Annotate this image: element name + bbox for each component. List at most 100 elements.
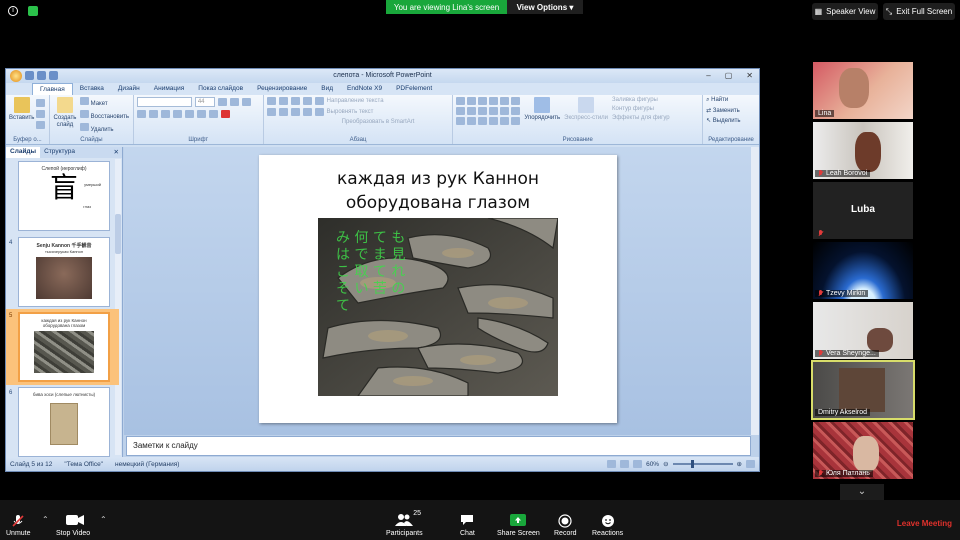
kannon-hands-image[interactable]: み 何 て も は で ま 見 こ 取 て れ そ い 苦 の て (318, 218, 558, 396)
reactions-button[interactable]: Reactions (592, 514, 623, 537)
numbering-icon[interactable] (278, 97, 288, 105)
cut-icon[interactable] (36, 99, 46, 107)
find-button[interactable]: ⌕ Найти (706, 97, 756, 104)
normal-view-icon[interactable] (607, 460, 617, 468)
format-painter-icon[interactable] (36, 121, 46, 129)
shape-effects-button[interactable]: Эффекты для фигур (612, 115, 670, 121)
tab-design[interactable]: Дизайн (111, 83, 147, 95)
bold-icon[interactable] (136, 110, 146, 118)
video-tile-yulia[interactable]: Юля Патлань (813, 422, 913, 479)
slide-thumbnail-5[interactable]: каждая из рук Каннон оборудована глазом (18, 312, 110, 382)
fit-window-icon[interactable] (746, 460, 755, 468)
scroll-participants-down-icon[interactable]: ⌄ (840, 484, 884, 500)
current-slide[interactable]: каждая из рук Каннон оборудована глазом (259, 155, 617, 423)
view-options-button[interactable]: View Options ▾ (507, 0, 583, 14)
maximize-icon[interactable]: ▢ (725, 71, 733, 80)
copy-icon[interactable] (36, 110, 46, 118)
line-spacing-icon[interactable] (314, 97, 324, 105)
video-tile-vera[interactable]: Vera Sheynge... (813, 302, 913, 359)
zoom-out-icon[interactable]: ⊖ (663, 460, 668, 468)
spacing-icon[interactable] (196, 110, 206, 118)
zoom-in-icon[interactable]: ⊕ (737, 460, 742, 468)
audio-options-chevron-icon[interactable]: ⌃ (42, 515, 49, 524)
unmute-button[interactable]: Unmute (6, 514, 31, 537)
shape-fill-button[interactable]: Заливка фигуры (612, 97, 670, 103)
arrange-button[interactable]: Упорядочить (524, 97, 560, 125)
language-indicator[interactable]: немецкий (Германия) (115, 461, 179, 468)
underline-icon[interactable] (160, 110, 170, 118)
slide-title[interactable]: каждая из рук Каннон оборудована глазом (259, 167, 617, 215)
select-button[interactable]: ↖ Выделить (706, 117, 756, 124)
share-screen-button[interactable]: Share Screen (497, 514, 540, 537)
slide-scrollbar[interactable] (751, 147, 759, 435)
zoom-level[interactable]: 60% (646, 461, 659, 468)
increase-indent-icon[interactable] (302, 97, 312, 105)
video-tile-tzevy[interactable]: Tzevy Mirkin (813, 242, 913, 299)
tab-outline[interactable]: Структура (40, 147, 79, 158)
slide-thumbnail-3[interactable]: Слепой (иероглиф) 盲 умерший глаз (18, 161, 110, 231)
exit-full-screen-button[interactable]: ⤡ Exit Full Screen (883, 3, 955, 20)
sorter-view-icon[interactable] (620, 460, 630, 468)
grow-font-icon[interactable] (217, 98, 227, 106)
shapes-gallery[interactable] (456, 97, 521, 125)
speaker-view-button[interactable]: ▦ Speaker View (812, 3, 878, 20)
close-panel-icon[interactable]: ✕ (110, 147, 122, 158)
create-slide-button[interactable]: Создать слайд (53, 97, 77, 133)
layout-button[interactable]: Макет (79, 97, 129, 107)
tab-slides[interactable]: Слайды (6, 147, 41, 158)
tab-animation[interactable]: Анимация (147, 83, 192, 95)
tab-pdfelement[interactable]: PDFelement (389, 83, 439, 95)
leave-meeting-button[interactable]: Leave Meeting (897, 519, 952, 528)
info-icon[interactable]: i (8, 6, 18, 16)
tab-review[interactable]: Рецензирование (250, 83, 314, 95)
slideshow-view-icon[interactable] (633, 460, 643, 468)
shadow-icon[interactable] (184, 110, 194, 118)
bullets-icon[interactable] (266, 97, 276, 105)
video-tile-dmitry[interactable]: Dmitry Akselrod (811, 360, 915, 420)
tab-slideshow[interactable]: Показ слайдов (191, 83, 250, 95)
slide-thumbnail-6[interactable]: бива хоси (слепые лютнисты) (18, 387, 110, 457)
panel-scrollbar[interactable] (115, 159, 121, 455)
record-button[interactable]: Record (554, 514, 577, 537)
strikethrough-icon[interactable] (172, 110, 182, 118)
slide-thumbnail-4[interactable]: Senju Kannon 千手観音 тысячерукая Каннон (18, 237, 110, 307)
close-icon[interactable]: ✕ (746, 71, 753, 80)
express-styles-button[interactable]: Экспресс-стили (564, 97, 608, 125)
delete-slide-button[interactable]: Удалить (79, 123, 129, 133)
font-name-input[interactable] (136, 97, 192, 107)
notes-field[interactable]: Заметки к слайду (126, 436, 751, 456)
decrease-indent-icon[interactable] (290, 97, 300, 105)
video-tile-leah[interactable]: Leah Borovoi (813, 122, 913, 179)
font-size-input[interactable]: 44 (194, 97, 215, 107)
font-color-icon[interactable] (220, 110, 230, 118)
video-options-chevron-icon[interactable]: ⌃ (100, 515, 107, 524)
video-tile-lina[interactable]: Lina (813, 62, 913, 119)
video-tile-luba[interactable]: Luba (813, 182, 913, 239)
clear-format-icon[interactable] (241, 98, 251, 106)
paste-button[interactable]: Вставить (9, 97, 34, 129)
italic-icon[interactable] (148, 110, 158, 118)
chat-button[interactable]: Chat (460, 514, 475, 537)
replace-button[interactable]: ⇄ Заменить (706, 107, 756, 114)
restore-button[interactable]: Восстановить (79, 110, 129, 120)
tab-view[interactable]: Вид (314, 83, 340, 95)
align-right-icon[interactable] (290, 108, 300, 116)
shrink-font-icon[interactable] (229, 98, 239, 106)
minimize-icon[interactable]: – (706, 71, 710, 80)
columns-icon[interactable] (314, 108, 324, 116)
align-center-icon[interactable] (278, 108, 288, 116)
case-icon[interactable] (208, 110, 218, 118)
shape-outline-button[interactable]: Контур фигуры (612, 106, 670, 112)
tab-home[interactable]: Главная (32, 83, 73, 95)
tab-endnote[interactable]: EndNote X9 (340, 83, 389, 95)
justify-icon[interactable] (302, 108, 312, 116)
participants-button[interactable]: 25 Participants (386, 510, 423, 537)
zoom-slider[interactable] (672, 460, 733, 468)
smartart-button[interactable]: Преобразовать в SmartArt (342, 119, 415, 125)
lock-icon[interactable] (28, 6, 38, 16)
panel-scroll-thumb[interactable] (115, 214, 121, 254)
stop-video-button[interactable]: Stop Video (56, 514, 90, 537)
align-left-icon[interactable] (266, 108, 276, 116)
tab-insert[interactable]: Вставка (73, 83, 111, 95)
align-text-button[interactable]: Выровнять текст (327, 109, 374, 115)
